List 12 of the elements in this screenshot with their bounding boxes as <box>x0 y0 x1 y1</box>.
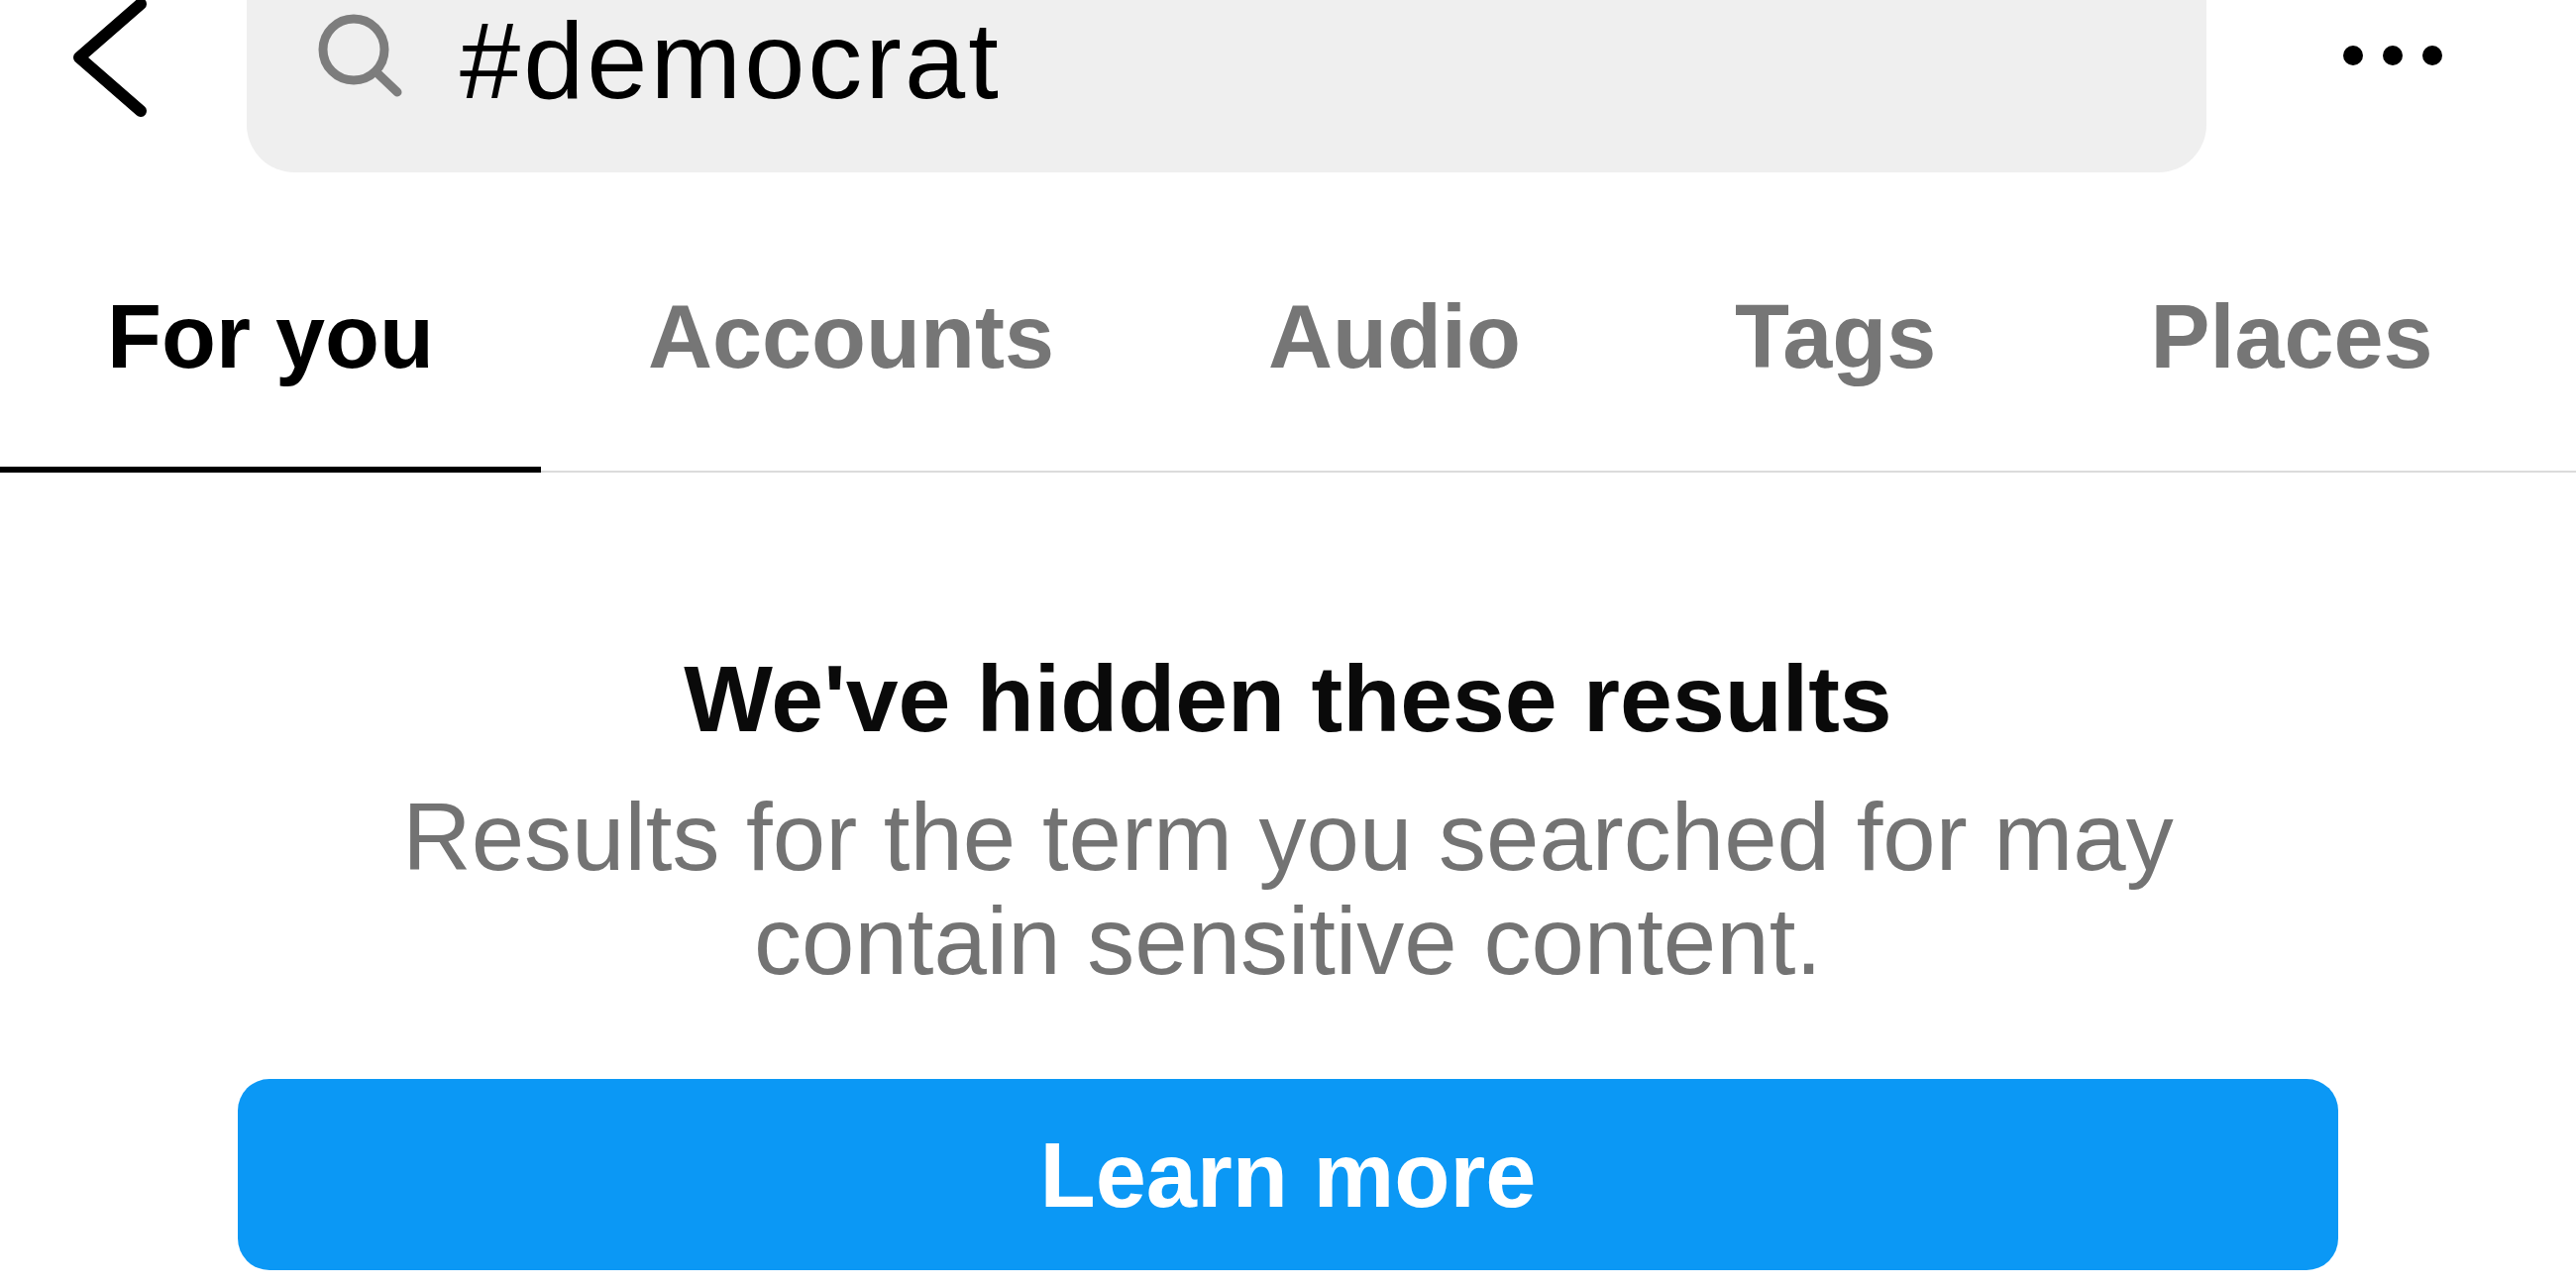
tab[interactable]: Tags <box>1628 172 2044 473</box>
tab[interactable]: For you <box>0 172 541 473</box>
notice-message: Results for the term you searched for may contain sensitive content. <box>401 785 2175 993</box>
learn-more-button[interactable]: Learn more <box>238 1079 2338 1270</box>
tab[interactable]: Audio <box>1161 172 1628 473</box>
more-button[interactable] <box>2342 45 2443 66</box>
more-icon <box>2342 45 2443 66</box>
search-field[interactable]: #democrat <box>247 0 2206 172</box>
notice-title: We've hidden these results <box>684 645 1892 752</box>
tab[interactable]: Accounts <box>541 172 1162 473</box>
search-icon <box>316 13 403 98</box>
tab[interactable]: Places <box>2043 172 2540 473</box>
